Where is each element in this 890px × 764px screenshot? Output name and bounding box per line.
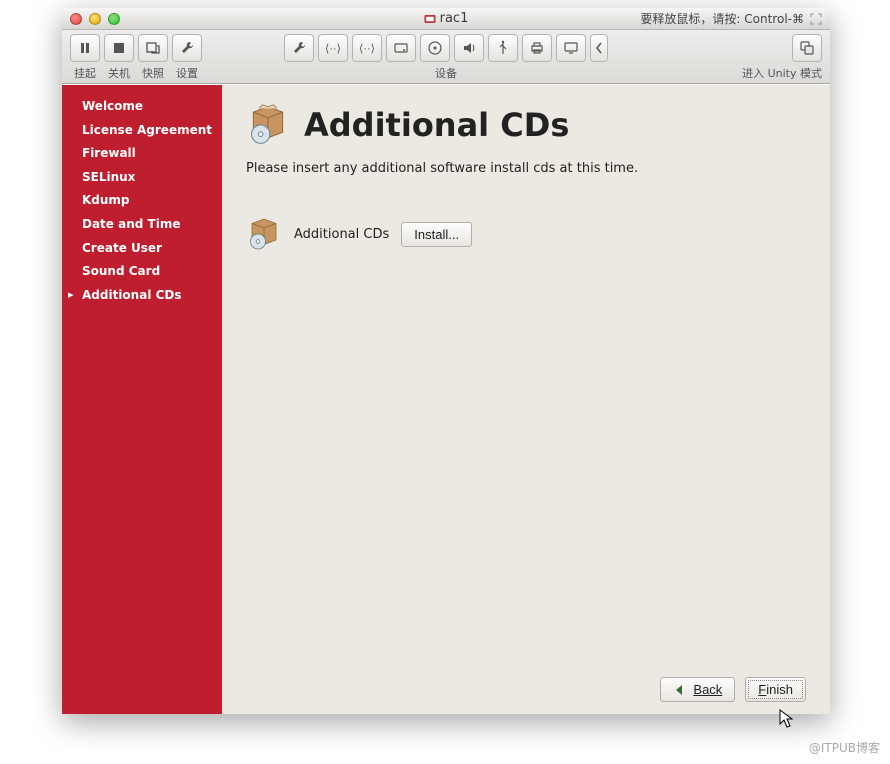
snapshot-icon [145,40,161,56]
guest-area: Welcome License Agreement Firewall SELin… [62,84,830,714]
cd-button[interactable] [420,34,450,62]
toolbar-right-label: 进入 Unity 模式 [742,65,822,81]
sidebar-item-kdump[interactable]: Kdump [62,189,222,213]
device-settings-button[interactable] [284,34,314,62]
display-icon [563,40,579,56]
snapshot-button[interactable] [138,34,168,62]
vm-window: rac1 要释放鼠标，请按: Control-⌘ 挂起 关机 快照 设置 ⟨··… [62,8,830,714]
back-button[interactable]: Back [660,677,735,702]
menu-chevron-button[interactable] [590,34,608,62]
sidebar-item-selinux[interactable]: SELinux [62,166,222,190]
poweroff-button[interactable] [104,34,134,62]
pause-icon [77,40,93,56]
page-title: Additional CDs [304,106,569,144]
sidebar: Welcome License Agreement Firewall SELin… [62,85,222,714]
vm-icon [424,13,436,25]
arrow-left-icon [673,683,687,697]
toolbar-center: ⟨··⟩ ⟨··⟩ [284,34,608,62]
display-button[interactable] [556,34,586,62]
page-subtitle: Please insert any additional software in… [246,161,806,176]
net-adapter2-button[interactable]: ⟨··⟩ [352,34,382,62]
sound-button[interactable] [454,34,484,62]
footer-buttons: Back Finish [246,667,806,702]
usb-button[interactable] [488,34,518,62]
chevron-left-icon [594,40,604,56]
titlebar[interactable]: rac1 要释放鼠标，请按: Control-⌘ [62,8,830,30]
install-button[interactable]: Install... [401,222,472,247]
hdd-icon [393,40,409,56]
vm-toolbar: 挂起 关机 快照 设置 ⟨··⟩ ⟨··⟩ 设备 进入 Unity 模式 [62,30,830,84]
sidebar-item-soundcard[interactable]: Sound Card [62,260,222,284]
sidebar-item-datetime[interactable]: Date and Time [62,213,222,237]
package-cd-icon [246,216,282,252]
usb-icon [495,40,511,56]
toolbar-center-label: 设备 [435,65,457,81]
page-header: Additional CDs [246,103,806,147]
finish-button[interactable]: Finish [745,677,806,702]
unity-icon [799,40,815,56]
unity-button[interactable] [792,34,822,62]
package-cd-icon [246,103,290,147]
install-row-label: Additional CDs [294,227,389,242]
svg-text:⟨··⟩: ⟨··⟩ [325,43,341,55]
toolbar-left-labels: 挂起 关机 快照 设置 [70,65,202,81]
sidebar-item-additionalcds[interactable]: Additional CDs [62,284,222,308]
window-title: rac1 [440,11,469,26]
printer-button[interactable] [522,34,552,62]
toolbar-right [792,34,822,62]
wrench-icon [291,40,307,56]
settings-button[interactable] [172,34,202,62]
suspend-button[interactable] [70,34,100,62]
net-adapter1-button[interactable]: ⟨··⟩ [318,34,348,62]
window-title-group: rac1 [62,11,830,26]
svg-text:⟨··⟩: ⟨··⟩ [359,43,375,55]
sidebar-item-license[interactable]: License Agreement [62,119,222,143]
sidebar-item-createuser[interactable]: Create User [62,237,222,261]
toolbar-left [70,34,202,62]
main-panel: Additional CDs Please insert any additio… [222,85,830,714]
sound-icon [461,40,477,56]
sidebar-item-welcome[interactable]: Welcome [62,95,222,119]
wrench-icon [179,40,195,56]
fullscreen-icon[interactable] [810,13,822,25]
watermark: @ITPUB博客 [809,739,880,756]
cd-icon [427,40,443,56]
install-row: Additional CDs Install... [246,216,806,252]
stop-icon [111,40,127,56]
network-icon: ⟨··⟩ [325,40,341,56]
hdd-button[interactable] [386,34,416,62]
network-icon: ⟨··⟩ [359,40,375,56]
printer-icon [529,40,545,56]
sidebar-item-firewall[interactable]: Firewall [62,142,222,166]
